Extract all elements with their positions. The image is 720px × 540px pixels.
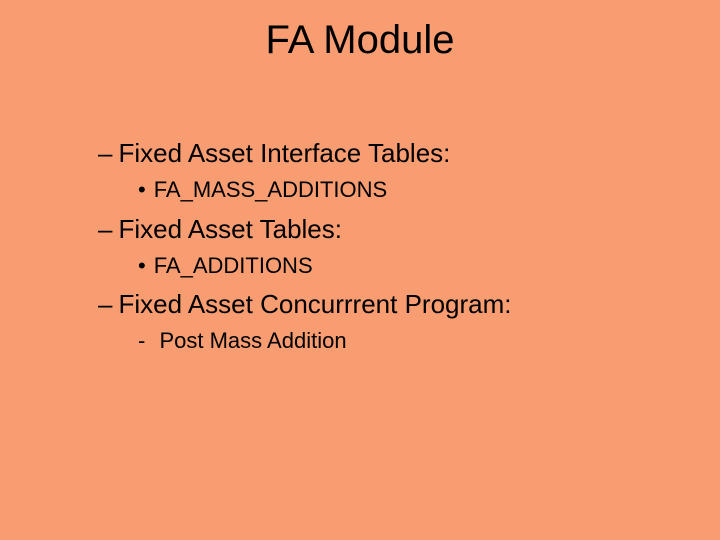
item-fa-additions: • FA_ADDITIONS — [138, 253, 658, 279]
item-text: FA_MASS_ADDITIONS — [154, 177, 388, 202]
heading-concurrent-program: –Fixed Asset Concurrrent Program: — [98, 289, 658, 320]
heading-text: Fixed Asset Concurrrent Program: — [118, 289, 511, 319]
heading-text: Fixed Asset Interface Tables: — [118, 138, 450, 168]
heading-text: Fixed Asset Tables: — [118, 214, 342, 244]
bullet-icon: • — [138, 177, 146, 203]
heading-interface-tables: –Fixed Asset Interface Tables: — [98, 138, 658, 169]
slide-title: FA Module — [0, 18, 720, 63]
heading-asset-tables: –Fixed Asset Tables: — [98, 214, 658, 245]
item-text: FA_ADDITIONS — [154, 253, 313, 278]
item-post-mass-addition: - Post Mass Addition — [138, 328, 658, 354]
dash-icon: – — [98, 138, 112, 169]
section-interface-tables: –Fixed Asset Interface Tables: • FA_MASS_… — [98, 138, 658, 204]
item-text: Post Mass Addition — [159, 328, 346, 353]
item-fa-mass-additions: • FA_MASS_ADDITIONS — [138, 177, 658, 203]
section-concurrent-program: –Fixed Asset Concurrrent Program: - Post… — [98, 289, 658, 355]
bullet-icon: • — [138, 253, 146, 279]
dash-icon: – — [98, 214, 112, 245]
section-asset-tables: –Fixed Asset Tables: • FA_ADDITIONS — [98, 214, 658, 280]
hyphen-icon: - — [138, 328, 145, 354]
slide-body: –Fixed Asset Interface Tables: •FA_MASS_… — [98, 128, 658, 361]
dash-icon: – — [98, 289, 112, 320]
